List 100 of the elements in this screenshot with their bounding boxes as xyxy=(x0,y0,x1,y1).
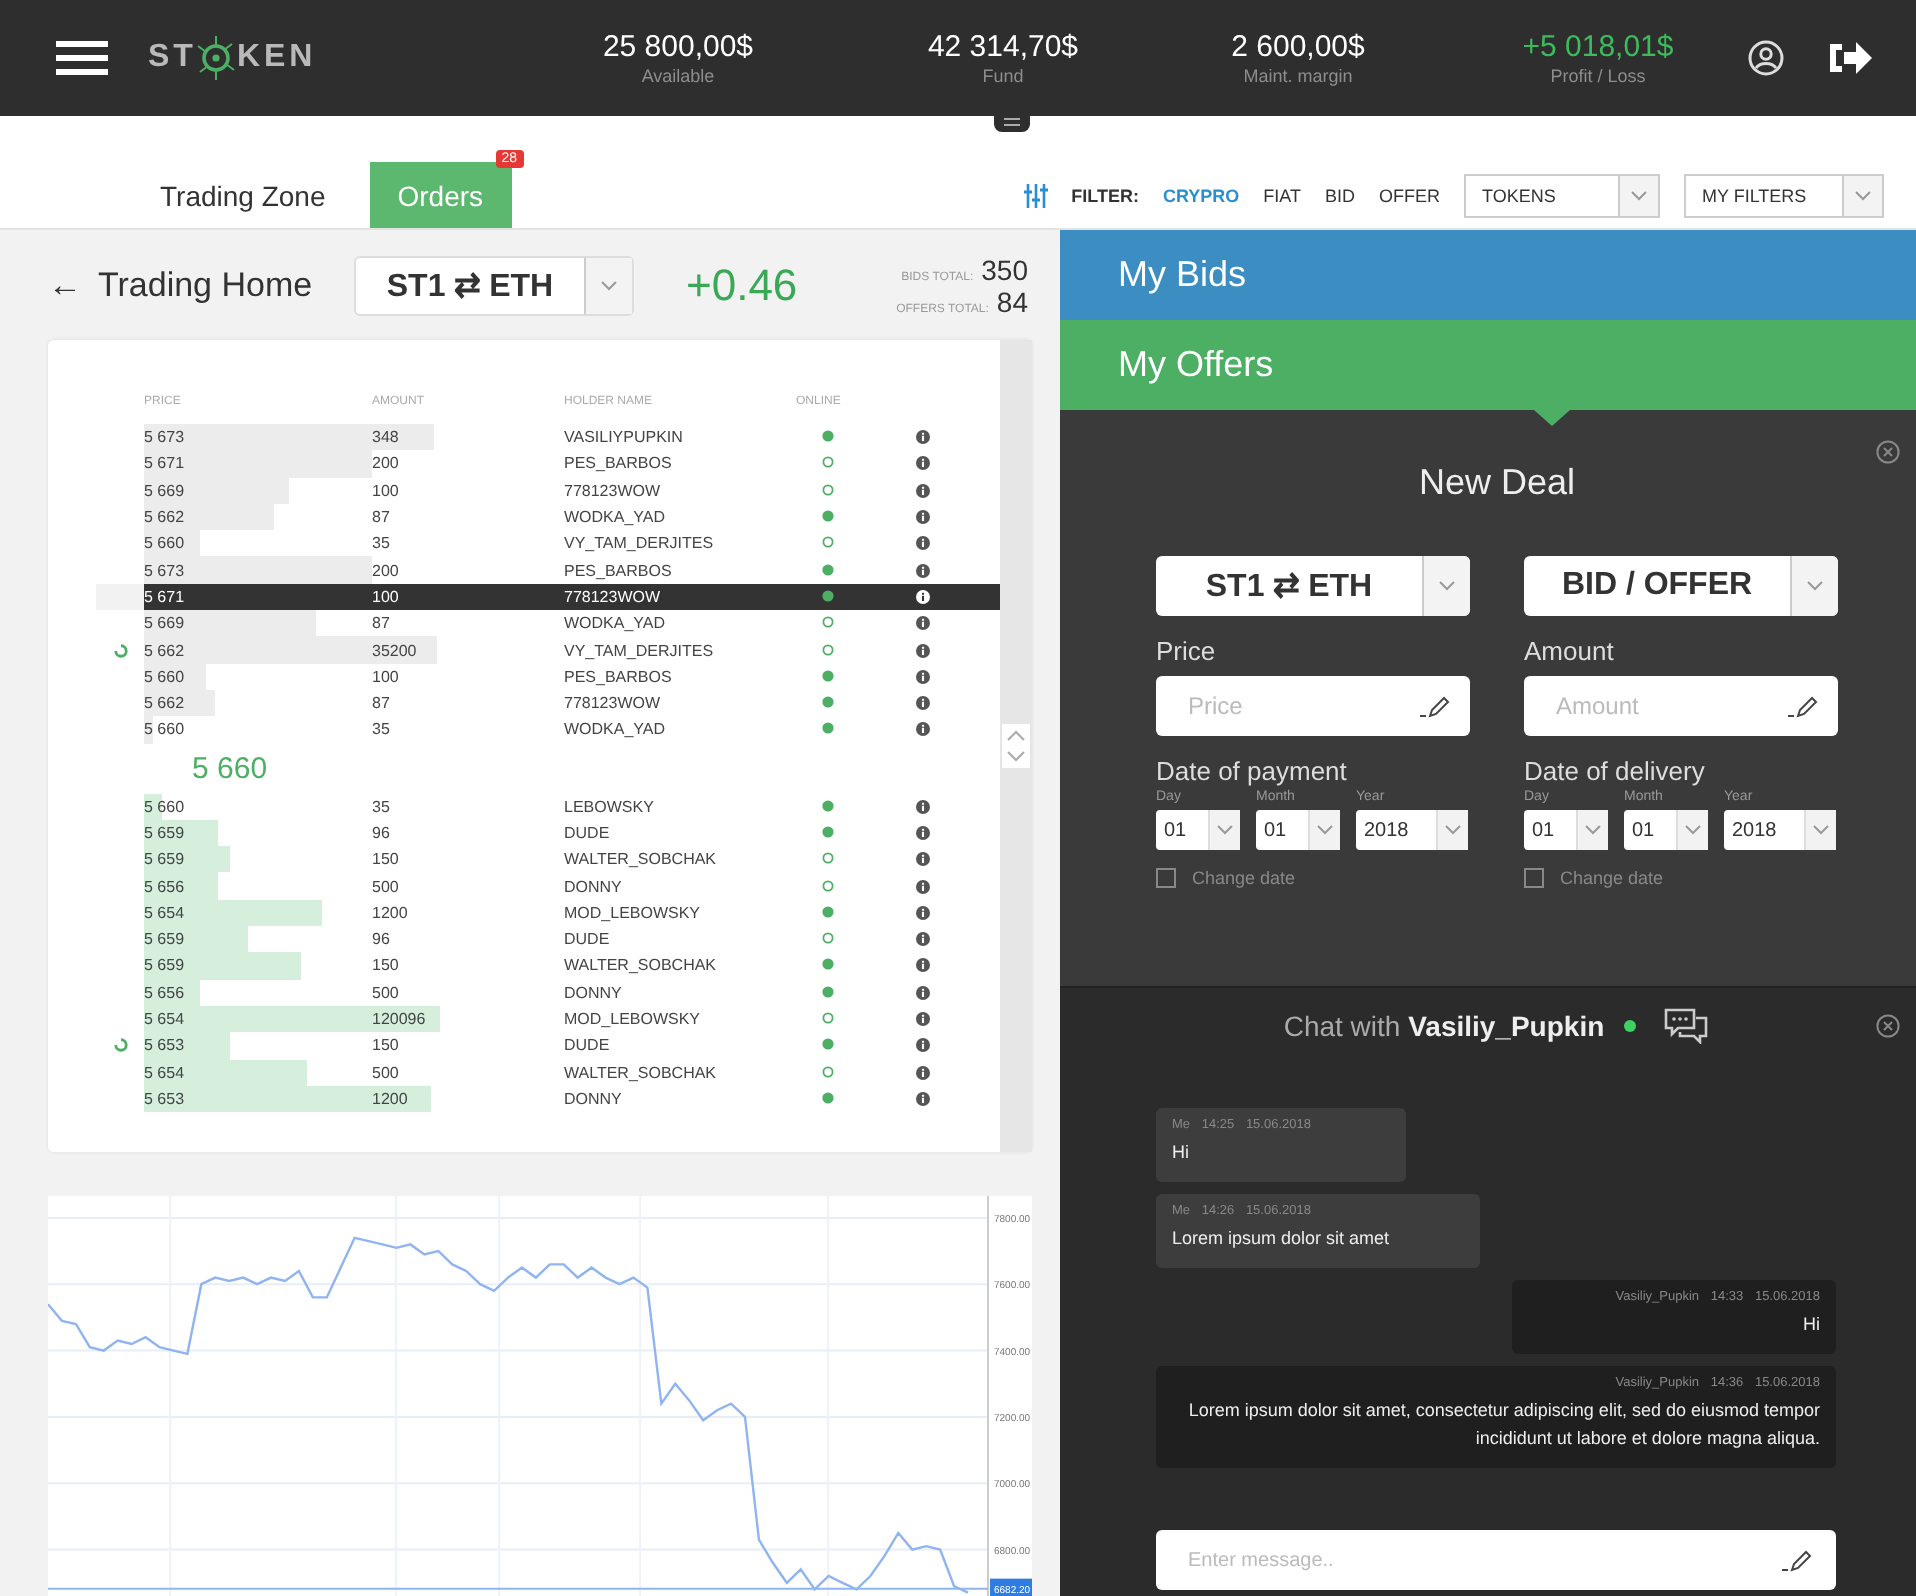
order-row[interactable]: 5 662 87 778123WOW xyxy=(96,689,1000,717)
order-row[interactable]: 5 673 200 PES_BARBOS xyxy=(96,556,1000,584)
holder-cell-text: WODKA_YAD xyxy=(564,614,668,633)
order-row[interactable]: 5 653 1200 DONNY xyxy=(96,1085,1000,1113)
user-icon[interactable] xyxy=(1748,40,1784,76)
checkbox-label: Change date xyxy=(1560,868,1664,888)
checkbox[interactable] xyxy=(1156,868,1176,888)
info-icon[interactable] xyxy=(916,643,930,658)
message-input[interactable]: Enter message.. xyxy=(1156,1530,1836,1590)
accordion-header[interactable]: My Bids xyxy=(1060,230,1916,320)
info-icon[interactable] xyxy=(916,536,930,551)
info-icon[interactable] xyxy=(916,483,930,498)
info-icon[interactable] xyxy=(916,696,930,711)
info-icon[interactable] xyxy=(916,905,930,920)
input-field[interactable]: Price xyxy=(1156,676,1470,736)
checkbox[interactable] xyxy=(1524,868,1544,888)
amount-cell: 35 xyxy=(372,720,390,739)
filter-option[interactable]: BID xyxy=(1324,185,1355,205)
order-row[interactable]: 5 669 100 778123WOW xyxy=(96,477,1000,504)
order-row[interactable]: 5 660 35 WODKA_YAD xyxy=(96,716,1000,744)
date-select[interactable]: 01 xyxy=(1624,810,1708,850)
order-row[interactable]: 5 659 96 DUDE xyxy=(96,926,1000,953)
info-icon[interactable] xyxy=(916,430,930,445)
price-cell: 5 662 xyxy=(144,694,185,713)
amount-cell: 1200 xyxy=(372,903,408,922)
info-icon[interactable] xyxy=(916,799,930,814)
filter-option[interactable]: OFFER xyxy=(1379,185,1440,205)
price-cell: 5 659 xyxy=(144,930,185,949)
info-icon[interactable] xyxy=(916,616,930,631)
order-row[interactable]: 5 656 500 DONNY xyxy=(96,979,1000,1006)
chat-bubbles-icon[interactable] xyxy=(1664,1008,1709,1044)
filter-option[interactable]: CRYPRO xyxy=(1162,185,1240,205)
info-icon[interactable] xyxy=(916,669,930,684)
order-row[interactable]: 5 669 87 WODKA_YAD xyxy=(96,610,1000,637)
amount-cell: 35200 xyxy=(372,641,417,660)
info-icon[interactable] xyxy=(916,932,930,947)
logout-icon[interactable] xyxy=(1828,38,1872,78)
info-icon[interactable] xyxy=(916,563,930,578)
menu-icon[interactable] xyxy=(56,40,108,76)
info-icon[interactable] xyxy=(916,1038,930,1053)
holder-cell-text: DUDE xyxy=(564,1036,612,1055)
info-icon[interactable] xyxy=(916,826,930,840)
order-row[interactable]: 5 654 120096 MOD_LEBOWSKY xyxy=(96,1005,1000,1033)
price-change: +0.46 xyxy=(686,259,798,311)
info-icon[interactable] xyxy=(916,722,930,737)
chevron-down-icon xyxy=(600,279,618,291)
info-icon[interactable] xyxy=(916,456,930,471)
price-cell: 5 673 xyxy=(144,561,185,580)
message-text: Lorem ipsum dolor sit amet xyxy=(1172,1226,1392,1252)
filter-option[interactable]: FIAT xyxy=(1263,185,1301,205)
logo: ST KEN xyxy=(148,36,488,80)
order-row[interactable]: 5 660 35 VY_TAM_DERJITES xyxy=(96,530,1000,557)
info-icon[interactable] xyxy=(916,879,930,894)
info-icon[interactable] xyxy=(916,589,930,604)
pair-select[interactable]: ST1 ⇄ ETH xyxy=(354,255,634,315)
back-arrow[interactable]: ← xyxy=(48,265,82,305)
info-icon[interactable] xyxy=(916,510,930,525)
filter-dropdown[interactable]: MY FILTERS xyxy=(1684,173,1884,217)
date-select[interactable]: 01 xyxy=(1524,810,1608,850)
info-icon[interactable] xyxy=(916,1065,930,1080)
order-row[interactable]: 5 671 200 PES_BARBOS xyxy=(96,450,1000,478)
filter-icon[interactable] xyxy=(1023,183,1048,207)
info-icon[interactable] xyxy=(916,1012,930,1027)
order-row[interactable]: 5 662 87 WODKA_YAD xyxy=(96,503,1000,531)
tab[interactable]: Trading Zone xyxy=(132,162,354,228)
input-field[interactable]: Amount xyxy=(1524,676,1838,736)
amount-cell: 500 xyxy=(372,877,399,896)
order-row[interactable]: 5 659 96 DUDE xyxy=(96,819,1000,847)
date-select[interactable]: 2018 xyxy=(1356,810,1468,850)
stat-label: Maint. margin xyxy=(1243,66,1353,86)
order-row[interactable]: 5 660 35 LEBOWSKY xyxy=(96,793,1000,820)
date-select[interactable]: 01 xyxy=(1256,810,1340,850)
select-field[interactable]: BID / OFFER xyxy=(1524,556,1838,616)
chevron-down-icon xyxy=(1316,824,1334,836)
close-icon[interactable] xyxy=(1876,1014,1900,1038)
info-icon[interactable] xyxy=(916,1091,930,1106)
date-select[interactable]: 01 xyxy=(1156,810,1240,850)
filter-dropdown[interactable]: TOKENS xyxy=(1464,173,1660,217)
select-field[interactable]: ST1 ⇄ ETH xyxy=(1156,556,1470,616)
chevron-down-icon xyxy=(1438,580,1456,592)
order-row[interactable]: 5 671 100 778123WOW xyxy=(96,583,1000,611)
holder-cell-text: 778123WOW xyxy=(564,481,663,500)
price-cell: 5 660 xyxy=(144,797,185,816)
date-select[interactable]: 2018 xyxy=(1724,810,1836,850)
order-row[interactable]: 5 660 100 PES_BARBOS xyxy=(96,663,1000,690)
order-row[interactable]: 5 654 500 WALTER_SOBCHAK xyxy=(96,1059,1000,1086)
order-row[interactable]: 5 656 500 DONNY xyxy=(96,872,1000,900)
info-icon[interactable] xyxy=(916,985,930,1000)
panel-handle[interactable] xyxy=(994,112,1030,132)
order-row[interactable]: 5 673 348 VASILIYPUPKIN xyxy=(96,424,1000,451)
order-row[interactable]: 5 653 150 DUDE xyxy=(96,1032,1000,1060)
order-row[interactable]: 5 659 150 WALTER_SOBCHAK xyxy=(96,846,1000,873)
close-icon[interactable] xyxy=(1876,440,1900,464)
order-row[interactable]: 5 662 35200 VY_TAM_DERJITES xyxy=(96,636,1000,664)
info-icon[interactable] xyxy=(916,852,930,867)
price-cell: 5 660 xyxy=(144,720,185,739)
info-icon[interactable] xyxy=(916,958,930,973)
holder-cell-text: DONNY xyxy=(564,877,624,896)
order-row[interactable]: 5 654 1200 MOD_LEBOWSKY xyxy=(96,899,1000,927)
order-row[interactable]: 5 659 150 WALTER_SOBCHAK xyxy=(96,952,1000,980)
